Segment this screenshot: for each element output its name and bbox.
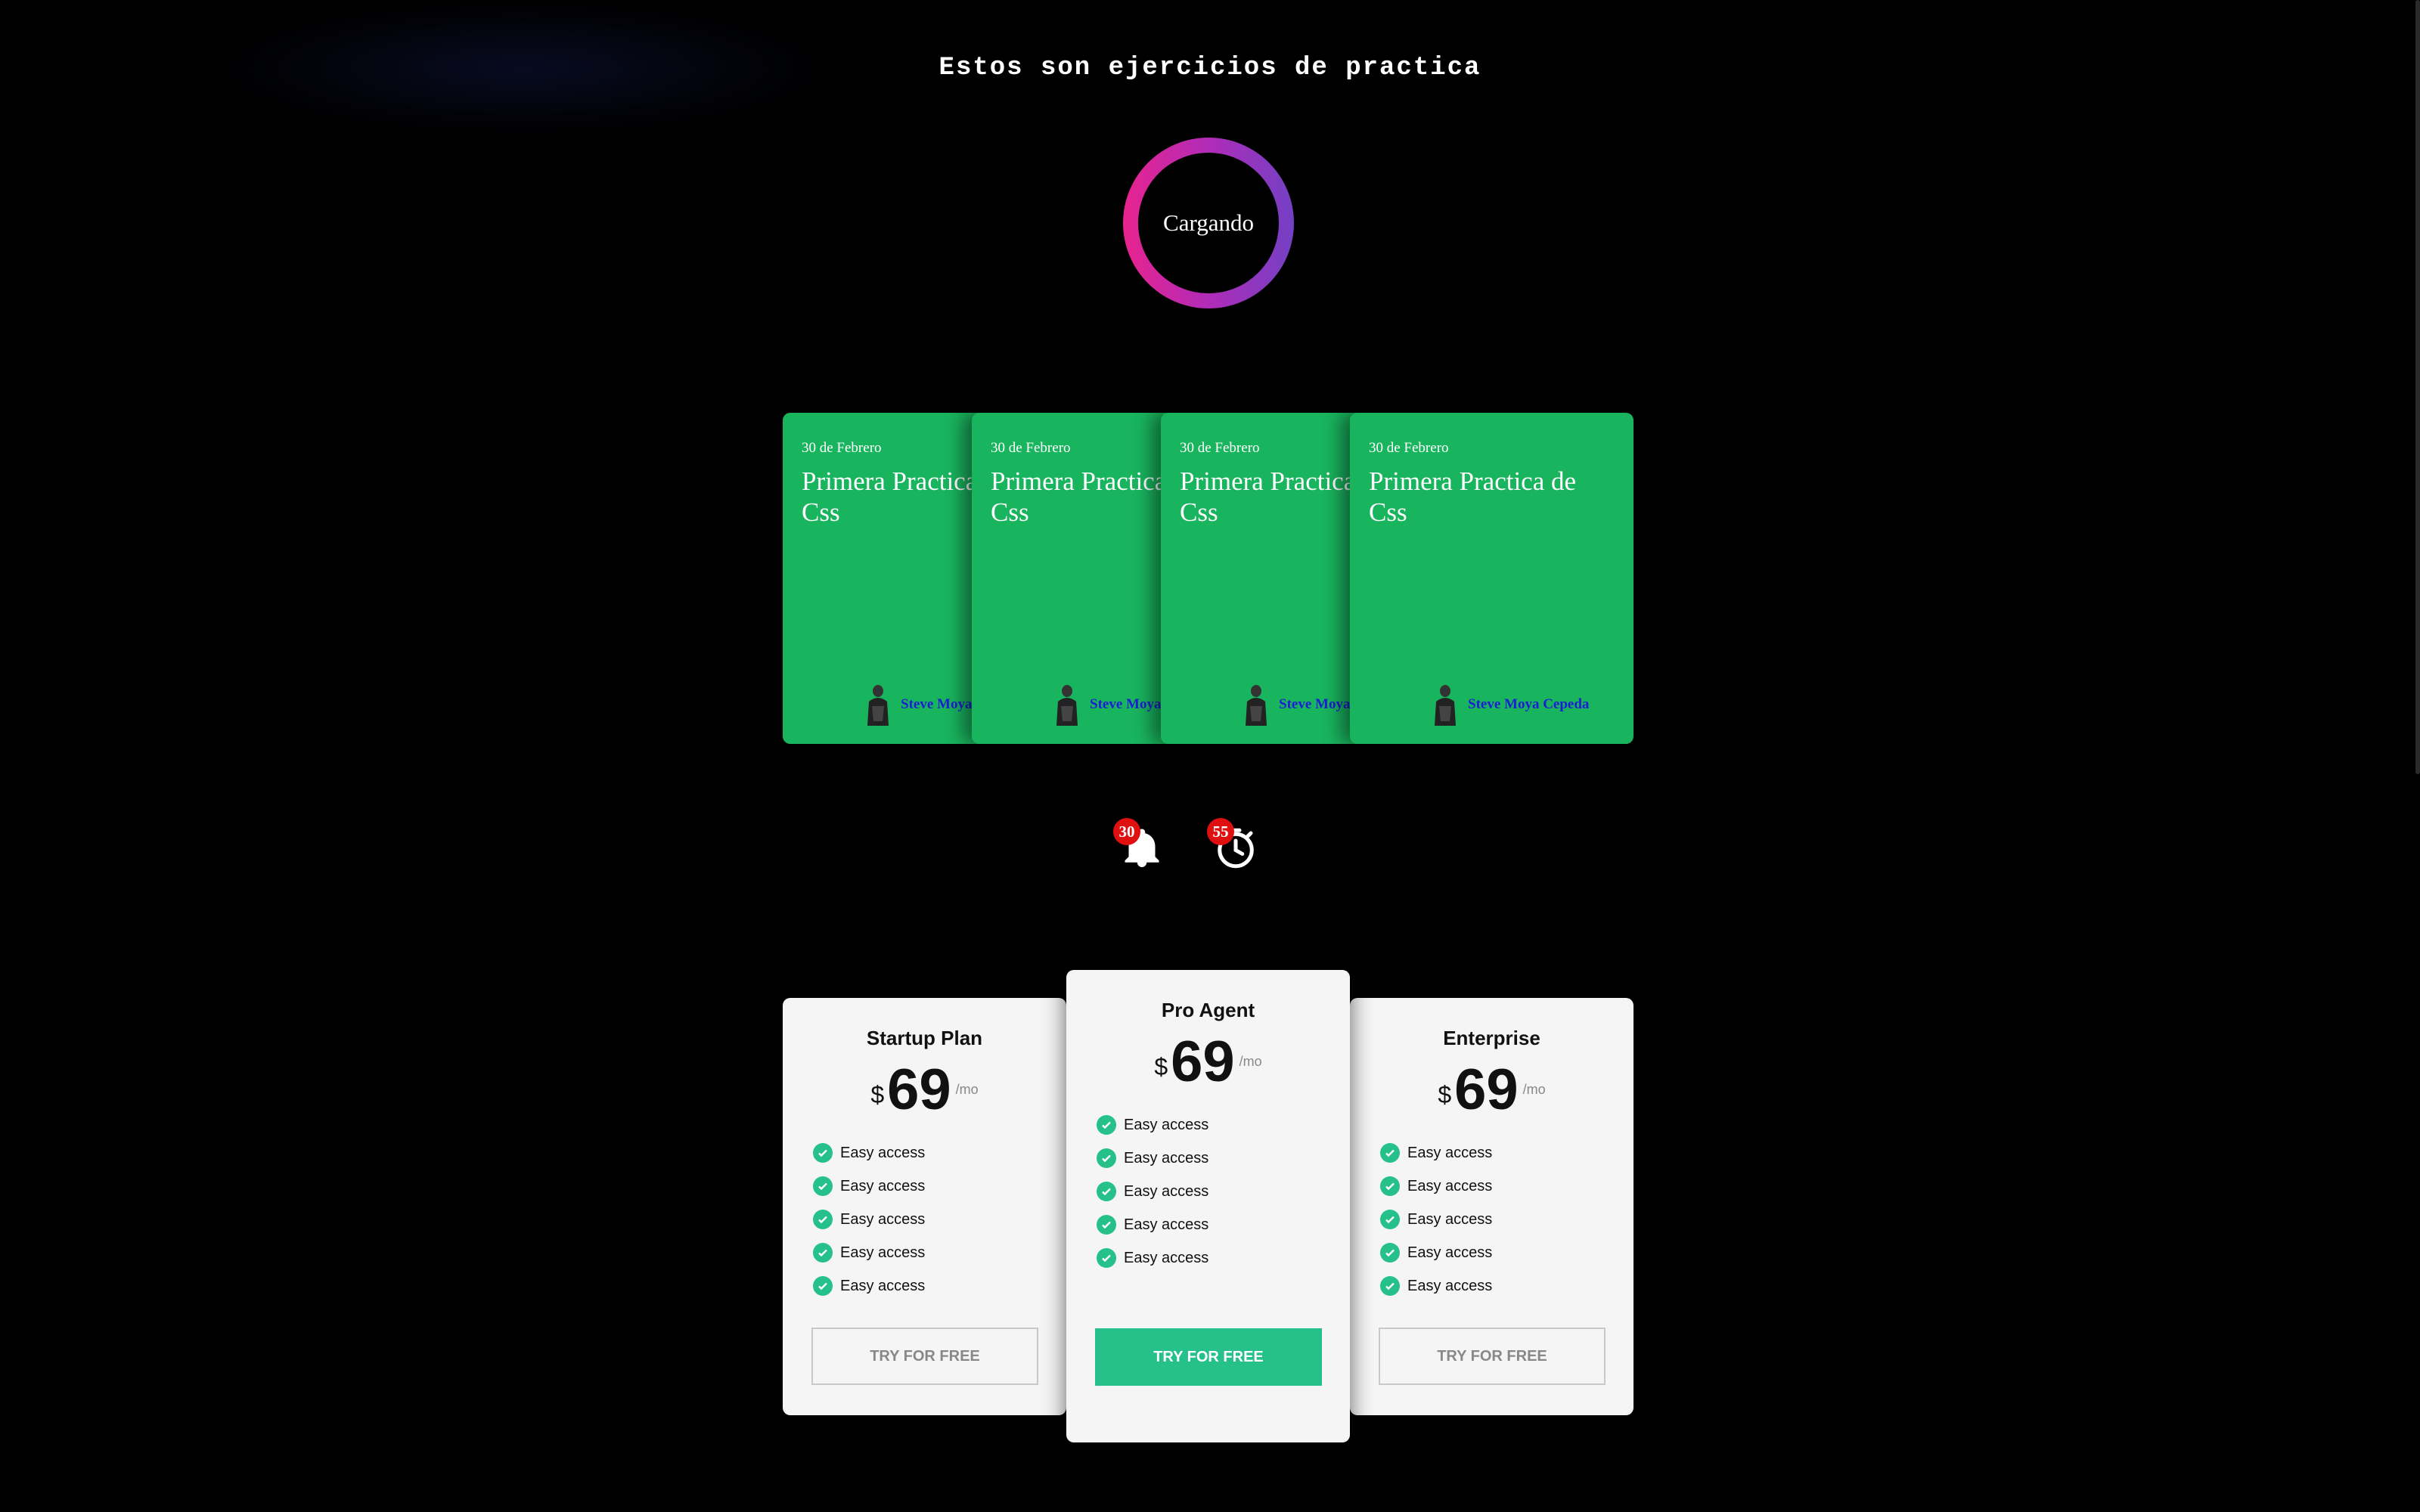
feature-item: Easy access	[1380, 1236, 1492, 1269]
plan-name: Enterprise	[1443, 1027, 1540, 1049]
card-date: 30 de Febrero	[802, 440, 882, 456]
feature-label: Easy access	[840, 1144, 926, 1161]
timer-count-badge: 55	[1207, 818, 1234, 845]
feature-item: Easy access	[813, 1136, 925, 1170]
notification-count-badge: 30	[1113, 818, 1140, 845]
price-period: /mo	[1239, 1054, 1262, 1069]
feature-item: Easy access	[1097, 1108, 1208, 1142]
plan-price: $ 69 /mo	[1066, 1032, 1350, 1092]
feature-label: Easy access	[1124, 1182, 1209, 1200]
feature-item: Easy access	[1097, 1175, 1208, 1208]
check-icon	[1097, 1182, 1116, 1201]
feature-label: Easy access	[840, 1277, 926, 1294]
pricing-card-pro: Pro Agent $ 69 /mo Easy access Easy acce…	[1066, 970, 1350, 1442]
loading-label: Cargando	[1138, 153, 1279, 293]
feature-item: Easy access	[1097, 1241, 1208, 1275]
price-currency: $	[870, 1081, 885, 1108]
check-icon	[1097, 1248, 1116, 1268]
pricing-card-enterprise: Enterprise $ 69 /mo Easy access Easy acc…	[1350, 998, 1634, 1415]
check-icon	[1380, 1176, 1400, 1196]
price-period: /mo	[955, 1082, 979, 1097]
check-icon	[1097, 1148, 1116, 1168]
feature-item: Easy access	[813, 1203, 925, 1236]
price-currency: $	[1438, 1081, 1452, 1108]
author-name[interactable]: Steve Moya Cepeda	[1468, 696, 1589, 713]
check-icon	[813, 1176, 833, 1196]
feature-item: Easy access	[1097, 1142, 1208, 1175]
feature-label: Easy access	[1124, 1149, 1209, 1167]
practice-cards: 30 de Febrero Primera Practica de Css St…	[783, 413, 1634, 744]
try-for-free-button[interactable]: TRY FOR FREE	[1379, 1328, 1606, 1385]
price-amount: 69	[1171, 1030, 1235, 1094]
plan-name: Startup Plan	[866, 1027, 983, 1049]
feature-label: Easy access	[1407, 1244, 1493, 1261]
timer-button[interactable]: 55	[1207, 818, 1261, 871]
feature-item: Easy access	[813, 1236, 925, 1269]
feature-label: Easy access	[840, 1177, 926, 1194]
check-icon	[813, 1276, 833, 1296]
card-date: 30 de Febrero	[1180, 440, 1260, 456]
feature-list: Easy access Easy access Easy access Easy…	[1380, 1136, 1492, 1303]
feature-label: Easy access	[1407, 1277, 1493, 1294]
price-amount: 69	[1454, 1058, 1519, 1122]
feature-label: Easy access	[1407, 1177, 1493, 1194]
feature-item: Easy access	[1380, 1136, 1492, 1170]
plan-name: Pro Agent	[1161, 999, 1255, 1021]
feature-label: Easy access	[1124, 1249, 1209, 1266]
feature-item: Easy access	[1380, 1269, 1492, 1303]
card-title: Primera Practica de Css	[1369, 466, 1577, 527]
card-date: 30 de Febrero	[1369, 440, 1449, 456]
check-icon	[1380, 1276, 1400, 1296]
author-avatar-icon	[1435, 685, 1456, 726]
price-amount: 69	[887, 1058, 951, 1122]
feature-label: Easy access	[1407, 1210, 1493, 1228]
author-avatar-icon	[1056, 685, 1078, 726]
feature-item: Easy access	[1380, 1170, 1492, 1203]
feature-item: Easy access	[1097, 1208, 1208, 1241]
plan-price: $ 69 /mo	[1350, 1060, 1634, 1120]
check-icon	[1380, 1243, 1400, 1263]
page-title: Estos son ejercicios de practica	[939, 53, 1481, 82]
feature-label: Easy access	[1124, 1216, 1209, 1233]
card-author: Steve Moya Cepeda	[1432, 683, 1589, 726]
check-icon	[1097, 1115, 1116, 1135]
price-period: /mo	[1522, 1082, 1546, 1097]
practice-card[interactable]: 30 de Febrero Primera Practica de Css St…	[1350, 413, 1634, 744]
feature-label: Easy access	[840, 1210, 926, 1228]
author-avatar-icon	[867, 685, 889, 726]
price-currency: $	[1154, 1053, 1168, 1080]
check-icon	[1380, 1143, 1400, 1163]
feature-label: Easy access	[840, 1244, 926, 1261]
feature-label: Easy access	[1124, 1116, 1209, 1133]
feature-label: Easy access	[1407, 1144, 1493, 1161]
feature-list: Easy access Easy access Easy access Easy…	[1097, 1108, 1208, 1275]
feature-item: Easy access	[1380, 1203, 1492, 1236]
try-for-free-button[interactable]: TRY FOR FREE	[811, 1328, 1038, 1385]
feature-item: Easy access	[813, 1269, 925, 1303]
page-scrollbar[interactable]	[2415, 0, 2420, 774]
notifications-button[interactable]: 30	[1113, 818, 1168, 871]
check-icon	[813, 1143, 833, 1163]
author-avatar-icon	[1246, 685, 1267, 726]
try-for-free-button[interactable]: TRY FOR FREE	[1095, 1328, 1322, 1386]
check-icon	[813, 1243, 833, 1263]
check-icon	[1097, 1215, 1116, 1235]
check-icon	[1380, 1210, 1400, 1229]
check-icon	[813, 1210, 833, 1229]
feature-item: Easy access	[813, 1170, 925, 1203]
pricing-card-startup: Startup Plan $ 69 /mo Easy access Easy a…	[783, 998, 1066, 1415]
loading-spinner: Cargando	[1123, 138, 1294, 308]
feature-list: Easy access Easy access Easy access Easy…	[813, 1136, 925, 1303]
card-date: 30 de Febrero	[991, 440, 1071, 456]
plan-price: $ 69 /mo	[783, 1060, 1066, 1120]
